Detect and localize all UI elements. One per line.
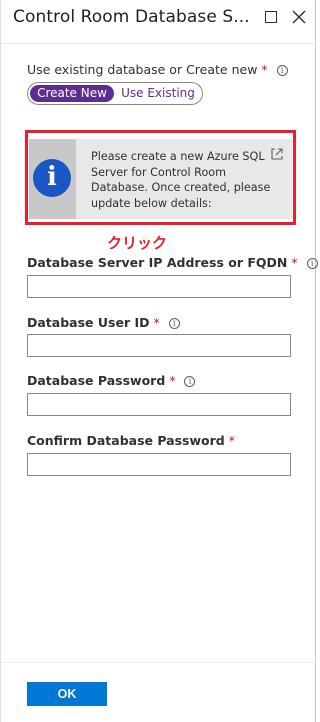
close-button[interactable] <box>291 8 309 26</box>
panel-title: Control Room Database S... <box>13 7 250 27</box>
required-marker: * <box>169 373 176 388</box>
server-address-label-text: Database Server IP Address or FQDN <box>27 255 288 270</box>
confirm-password-label-text: Confirm Database Password <box>27 433 225 448</box>
info-icon[interactable]: i <box>168 318 180 329</box>
required-marker: * <box>153 315 160 330</box>
user-id-input[interactable] <box>27 334 291 357</box>
info-icon-column: i <box>29 139 76 219</box>
password-label-text: Database Password <box>27 373 166 388</box>
maximize-button[interactable] <box>263 8 281 26</box>
panel-header: Control Room Database S... <box>1 0 315 44</box>
maximize-icon <box>265 11 277 23</box>
info-icon[interactable]: i <box>276 65 288 76</box>
use-existing-option[interactable]: Use Existing <box>116 85 200 102</box>
password-input[interactable] <box>27 393 291 416</box>
required-marker: * <box>291 255 298 270</box>
close-icon <box>292 10 306 24</box>
confirm-password-input[interactable] <box>27 453 291 476</box>
db-choice-label-text: Use existing database or Create new <box>27 62 258 77</box>
info-message-box: i Please create a new Azure SQL Server f… <box>29 139 292 219</box>
confirm-password-label: Confirm Database Password * <box>27 433 235 448</box>
server-address-label: Database Server IP Address or FQDN * i <box>27 255 318 270</box>
server-address-input[interactable] <box>27 275 291 298</box>
required-marker: * <box>228 433 235 448</box>
external-link-icon[interactable] <box>270 147 284 161</box>
db-choice-label: Use existing database or Create new * i <box>27 62 288 77</box>
database-settings-panel: Control Room Database S... Use existing … <box>0 0 318 722</box>
info-icon[interactable]: i <box>184 376 196 387</box>
ok-button[interactable]: OK <box>27 682 107 706</box>
user-id-label: Database User ID * i <box>27 315 180 330</box>
footer-divider <box>1 662 315 663</box>
required-marker: * <box>261 62 268 77</box>
info-message: Please create a new Azure SQL Server for… <box>91 150 271 210</box>
password-label: Database Password * i <box>27 373 196 388</box>
info-icon[interactable]: i <box>306 258 318 269</box>
user-id-label-text: Database User ID <box>27 315 150 330</box>
info-icon: i <box>33 159 71 197</box>
db-choice-toggle: Create New Use Existing <box>27 82 203 105</box>
create-new-option[interactable]: Create New <box>30 85 114 102</box>
click-annotation: クリック <box>107 234 168 252</box>
